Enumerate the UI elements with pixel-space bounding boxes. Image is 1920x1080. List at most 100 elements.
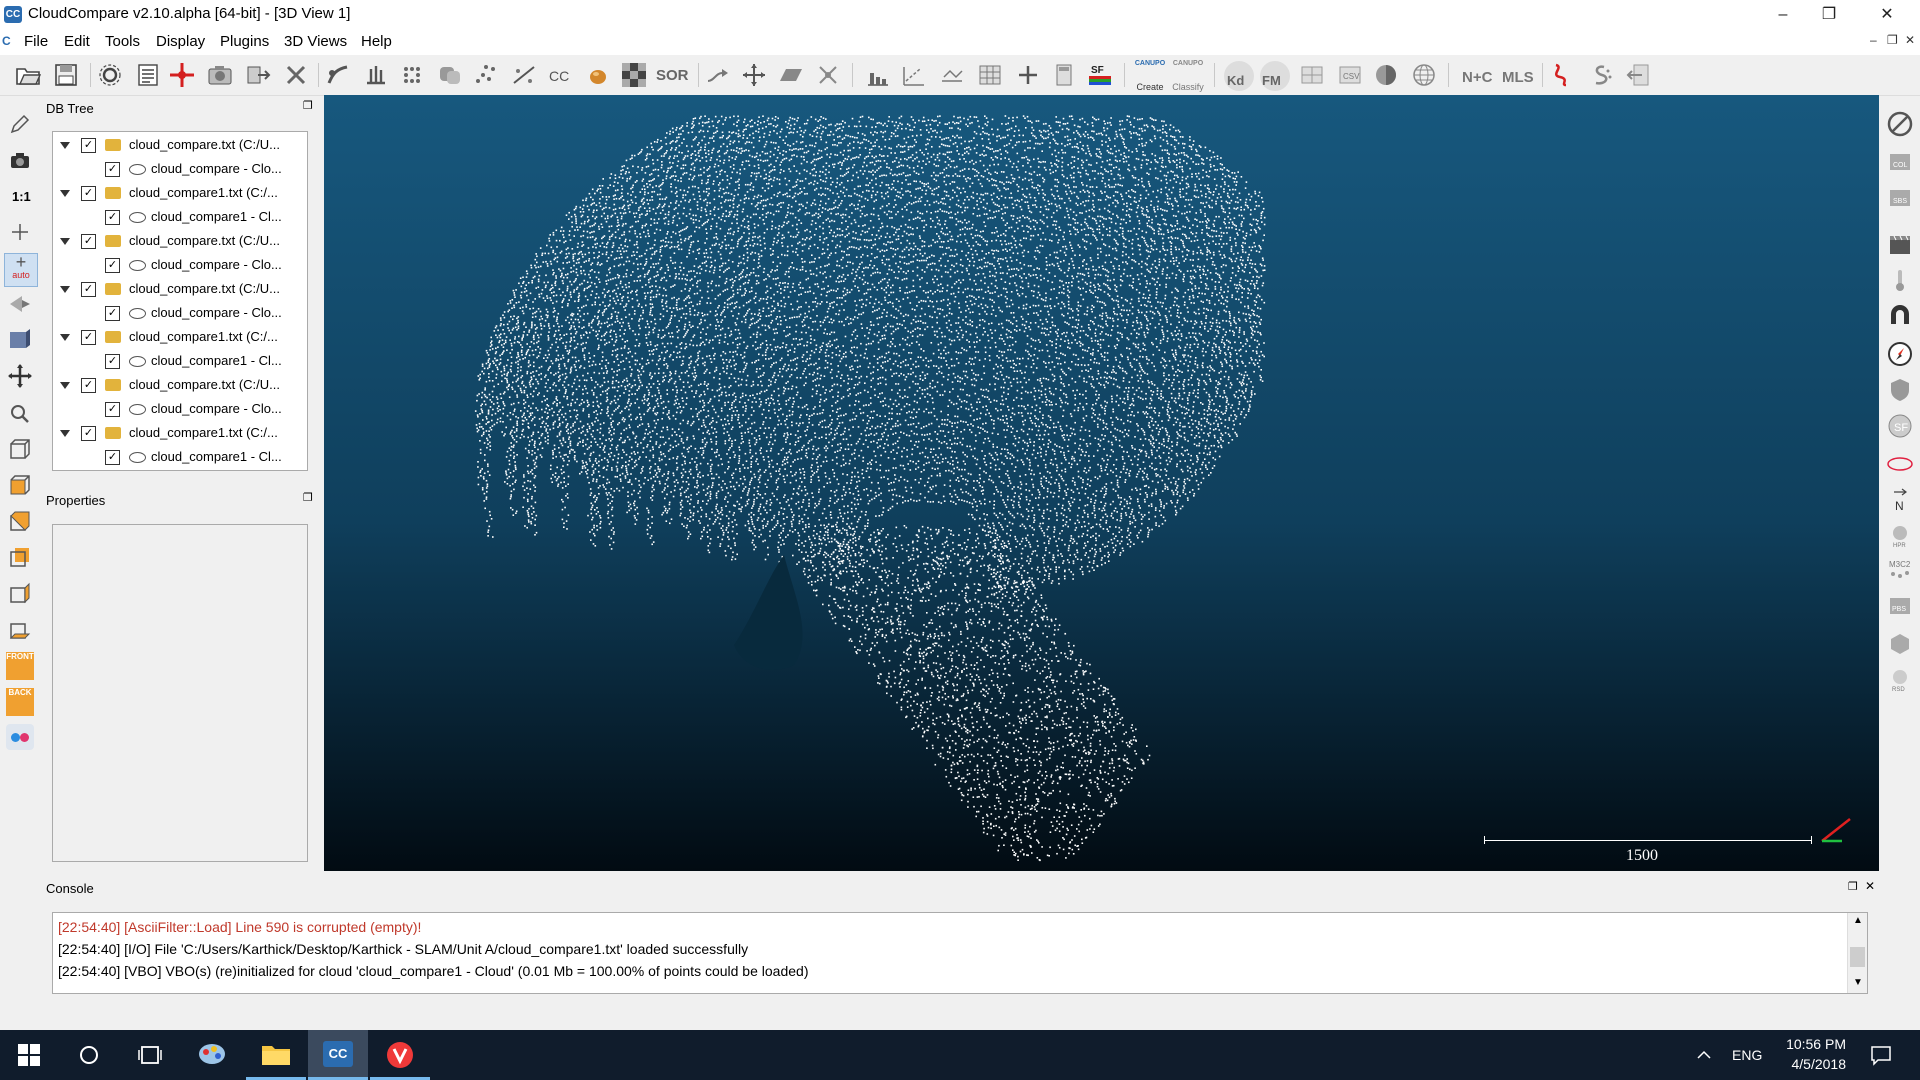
add-icon[interactable]: [1014, 61, 1042, 89]
snapshot-camera-icon[interactable]: [6, 146, 34, 174]
3d-viewport[interactable]: 1500: [324, 95, 1879, 871]
pick-point-icon[interactable]: [168, 61, 196, 89]
zoom-1to1-button[interactable]: 1:1: [12, 189, 31, 204]
expand-arrow-icon[interactable]: [60, 142, 70, 149]
tree-checkbox[interactable]: ✓: [81, 378, 96, 393]
view-top-icon[interactable]: [6, 436, 34, 464]
s-dots-icon[interactable]: [1586, 61, 1614, 89]
sf-gradient-icon[interactable]: [938, 61, 966, 89]
merge-icon[interactable]: [436, 61, 464, 89]
cross-section-icon[interactable]: [814, 61, 842, 89]
notifications-icon[interactable]: [1870, 1044, 1892, 1066]
tree-checkbox[interactable]: ✓: [81, 282, 96, 297]
menu-plugins[interactable]: Plugins: [220, 33, 269, 50]
tree-item-cloud[interactable]: ✓ cloud_compare - Clo...: [53, 160, 303, 184]
hexagon-icon[interactable]: [1886, 630, 1914, 658]
tree-item-cloud[interactable]: ✓ cloud_compare - Clo...: [53, 304, 303, 328]
tree-checkbox[interactable]: ✓: [105, 402, 120, 417]
open-icon[interactable]: [14, 61, 42, 89]
tree-item-folder[interactable]: ✓ cloud_compare.txt (C:/U...: [53, 280, 303, 304]
tree-checkbox[interactable]: ✓: [105, 306, 120, 321]
ellipse-icon[interactable]: [1886, 450, 1914, 478]
scroll-down-icon[interactable]: ▼: [1853, 977, 1863, 988]
expand-arrow-icon[interactable]: [60, 334, 70, 341]
save-icon[interactable]: [52, 61, 80, 89]
view-bottom-icon[interactable]: [6, 616, 34, 644]
tree-item-cloud[interactable]: ✓ cloud_compare1 - Cl...: [53, 352, 303, 376]
color-icon[interactable]: [584, 61, 612, 89]
tree-checkbox[interactable]: ✓: [105, 258, 120, 273]
center-plus-icon[interactable]: [6, 218, 34, 246]
tree-checkbox[interactable]: ✓: [105, 162, 120, 177]
task-view-icon[interactable]: [138, 1044, 162, 1066]
checkerboard-icon[interactable]: [620, 61, 648, 89]
arch-icon[interactable]: [1886, 302, 1914, 330]
windows-start-icon[interactable]: [18, 1044, 40, 1066]
curve-icon[interactable]: [1548, 61, 1576, 89]
sf-color-icon[interactable]: SF: [1086, 61, 1114, 89]
restore-button[interactable]: ❐: [1806, 0, 1852, 29]
console-float-icon[interactable]: ❐: [1848, 880, 1858, 893]
shield-icon[interactable]: [1886, 376, 1914, 404]
mesh-icon[interactable]: [1298, 61, 1326, 89]
distance-icon[interactable]: [900, 61, 928, 89]
properties-float-icon[interactable]: ❐: [303, 491, 313, 504]
mdi-restore-icon[interactable]: ❐: [1887, 33, 1898, 47]
lighting-cube-icon[interactable]: [6, 326, 34, 354]
tree-item-cloud[interactable]: ✓ cloud_compare1 - Cl...: [53, 448, 303, 472]
sphere-icon[interactable]: [1372, 61, 1400, 89]
m3c2-icon[interactable]: M3C2: [1886, 556, 1914, 584]
tree-item-cloud[interactable]: ✓ cloud_compare - Clo...: [53, 400, 303, 424]
auto-pivot-button[interactable]: + auto: [4, 253, 38, 287]
back-arrow-icon[interactable]: [1624, 61, 1652, 89]
db-tree-float-icon[interactable]: ❐: [303, 99, 313, 112]
scroll-up-icon[interactable]: ▲: [1853, 915, 1863, 926]
perspective-icon[interactable]: [6, 290, 34, 318]
mdi-close-icon[interactable]: ✕: [1905, 33, 1915, 47]
normal-curvature-icon[interactable]: N+C: [1462, 69, 1492, 86]
tree-item-folder[interactable]: ✓ cloud_compare.txt (C:/U...: [53, 232, 303, 256]
view-iso-back-button[interactable]: BACK: [6, 688, 34, 716]
sor-icon[interactable]: SOR: [656, 67, 689, 84]
canupo-classify-icon[interactable]: CANUPO Classify: [1170, 60, 1206, 94]
canupo-create-icon[interactable]: CANUPO Create: [1134, 60, 1166, 94]
tree-item-folder[interactable]: ✓ cloud_compare1.txt (C:/...: [53, 328, 303, 352]
paint-app-icon[interactable]: [196, 1040, 228, 1070]
camera-icon[interactable]: [206, 61, 234, 89]
tree-item-folder[interactable]: ✓ cloud_compare.txt (C:/U...: [53, 136, 303, 160]
globe-icon[interactable]: [1410, 61, 1438, 89]
menu-display[interactable]: Display: [156, 33, 205, 50]
pbs-icon[interactable]: PBS: [1886, 592, 1914, 620]
clock-time[interactable]: 10:56 PM: [1766, 1036, 1846, 1052]
taskbar-cloudcompare-button[interactable]: CC: [308, 1030, 368, 1080]
sbs-icon[interactable]: SBS: [1886, 184, 1914, 212]
menu-help[interactable]: Help: [361, 33, 392, 50]
zoom-icon[interactable]: [6, 400, 34, 428]
menu-tools[interactable]: Tools: [105, 33, 140, 50]
fm-icon[interactable]: FM: [1260, 61, 1290, 91]
compute-normals-icon[interactable]: [362, 61, 390, 89]
list-icon[interactable]: [134, 61, 162, 89]
mdi-minimize-icon[interactable]: –: [1870, 33, 1877, 47]
minimize-button[interactable]: –: [1760, 0, 1806, 29]
tree-checkbox[interactable]: ✓: [81, 330, 96, 345]
histogram-icon[interactable]: [864, 61, 892, 89]
pencil-icon[interactable]: [6, 110, 34, 138]
tree-item-cloud[interactable]: ✓ cloud_compare - Clo...: [53, 256, 303, 280]
expand-arrow-icon[interactable]: [60, 286, 70, 293]
view-left-icon[interactable]: [6, 508, 34, 536]
menu-file[interactable]: File: [24, 33, 48, 50]
clock-date[interactable]: 4/5/2018: [1766, 1056, 1847, 1072]
tree-checkbox[interactable]: ✓: [105, 354, 120, 369]
taskbar-explorer-button[interactable]: [246, 1030, 306, 1080]
show-hidden-icons-icon[interactable]: [1696, 1050, 1712, 1060]
segment-icon[interactable]: [704, 61, 732, 89]
scatter-icon[interactable]: [472, 61, 500, 89]
tree-item-folder[interactable]: ✓ cloud_compare.txt (C:/U...: [53, 376, 303, 400]
tree-checkbox[interactable]: ✓: [81, 138, 96, 153]
translate-icon[interactable]: [740, 61, 768, 89]
console-close-icon[interactable]: ✕: [1865, 879, 1875, 893]
tree-checkbox[interactable]: ✓: [105, 210, 120, 225]
plane-icon[interactable]: [776, 61, 804, 89]
search-circle-icon[interactable]: [78, 1044, 100, 1066]
